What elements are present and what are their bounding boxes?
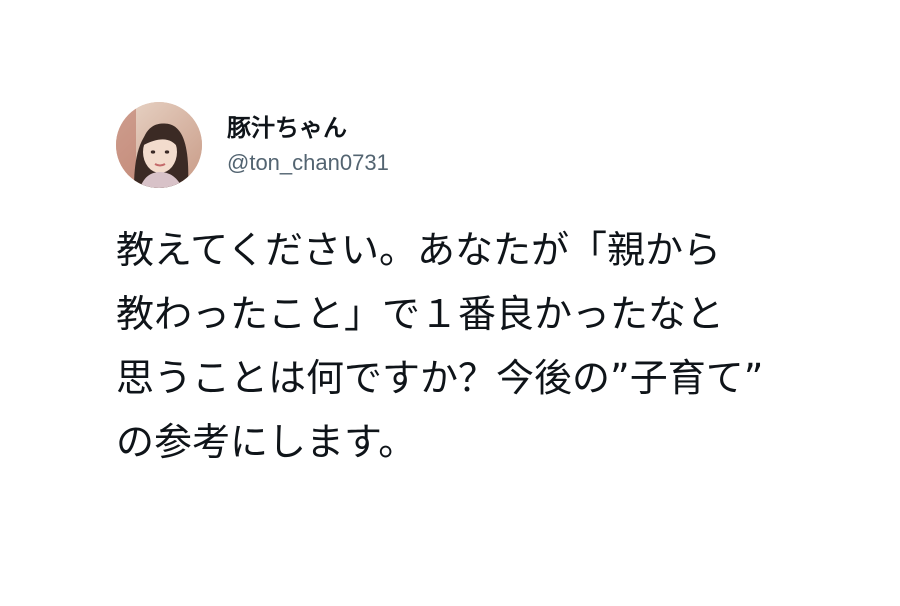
author-info: 豚汁ちゃん @ton_chan0731 — [227, 113, 389, 177]
tweet-header: 豚汁ちゃん @ton_chan0731 — [116, 101, 389, 189]
tweet-text-line: 思うことは何ですか？今後の”子育て” — [116, 356, 764, 400]
avatar[interactable] — [116, 102, 202, 188]
author-display-name[interactable]: 豚汁ちゃん — [227, 113, 389, 143]
tweet-text-line: 教えてください。あなたが「親から — [116, 228, 721, 272]
tweet-text: 教えてください。あなたが「親から 教わったこと」で１番良かったなと 思うことは何… — [116, 218, 836, 474]
profile-photo-icon — [116, 102, 202, 188]
tweet-text-line: 教わったこと」で１番良かったなと — [116, 292, 725, 336]
tweet-card: 豚汁ちゃん @ton_chan0731 教えてください。あなたが「親から 教わっ… — [0, 0, 900, 606]
tweet-text-line: の参考にします。 — [116, 420, 417, 464]
author-handle[interactable]: @ton_chan0731 — [227, 149, 389, 177]
